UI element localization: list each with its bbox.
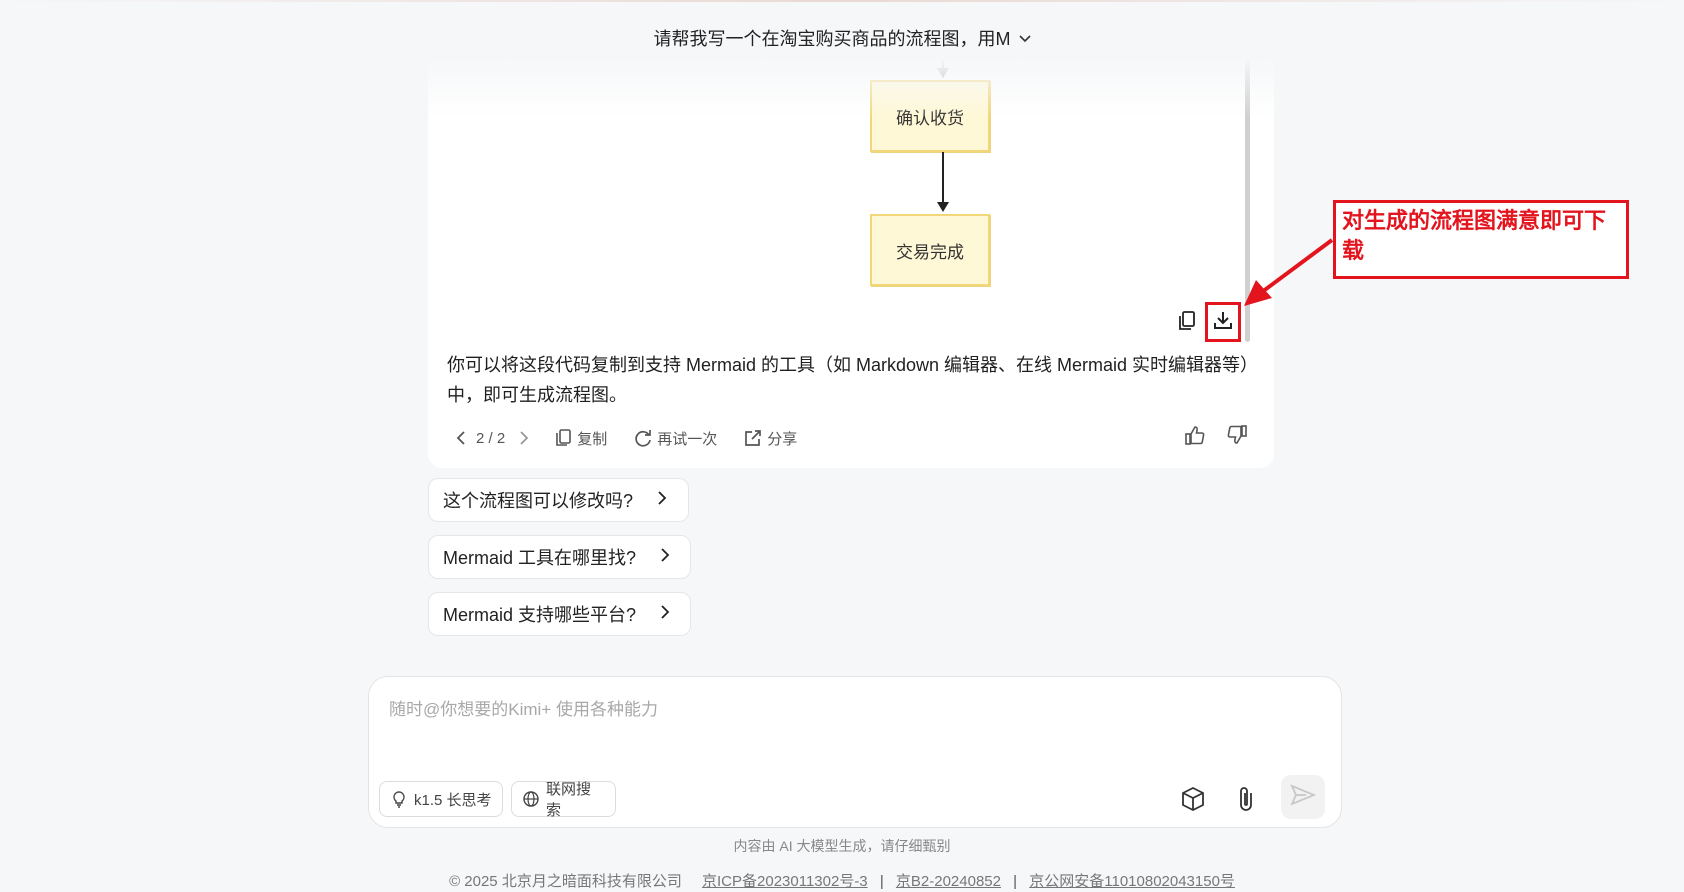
paperclip-icon (1235, 785, 1259, 818)
flow-arrowhead (937, 202, 949, 212)
long-thinking-label: k1.5 长思考 (414, 791, 492, 809)
top-accent-line (0, 0, 1684, 2)
copy-code-button[interactable] (1170, 306, 1204, 340)
share-button[interactable]: 分享 (739, 428, 797, 449)
copy-label: 复制 (577, 430, 608, 448)
flow-node-label: 交易完成 (896, 242, 964, 262)
chevron-right-icon[interactable] (519, 430, 529, 446)
footer-divider: | (1013, 873, 1018, 890)
conversation-title[interactable]: 请帮我写一个在淘宝购买商品的流程图，用M (654, 25, 1011, 51)
message-input[interactable]: 随时@你想要的Kimi+ 使用各种能力 (389, 695, 658, 720)
conversation-title-bar[interactable]: 请帮我写一个在淘宝购买商品的流程图，用M (0, 18, 1684, 58)
mermaid-diagram: 确认收货 交易完成 (428, 60, 1274, 360)
copy-icon (1177, 310, 1197, 337)
suggestion-label: Mermaid 支持哪些平台? (443, 605, 637, 625)
chat-composer[interactable]: 随时@你想要的Kimi+ 使用各种能力 k1.5 长思考 联网搜索 (368, 676, 1342, 828)
globe-icon (522, 790, 540, 808)
web-search-label: 联网搜索 (546, 781, 592, 819)
cube-icon (1179, 785, 1207, 818)
flow-arrow (942, 152, 944, 204)
flow-node: 确认收货 (870, 80, 990, 152)
web-search-toggle[interactable]: 联网搜索 (511, 781, 616, 819)
answer-text: 你可以将这段代码复制到支持 Mermaid 的工具（如 Markdown 编辑器… (447, 355, 1250, 405)
lightbulb-icon (390, 790, 408, 808)
annotation-text: 对生成的流程图满意即可下载 (1342, 209, 1607, 264)
suggestion-item[interactable]: Mermaid 工具在哪里找? (428, 535, 691, 579)
cube-button[interactable] (1173, 781, 1213, 821)
attach-button[interactable] (1227, 781, 1267, 821)
chevron-down-icon[interactable] (1018, 31, 1031, 46)
chevron-right-icon (657, 490, 667, 511)
copy-button[interactable]: 复制 (551, 428, 607, 449)
suggestion-item[interactable]: Mermaid 支持哪些平台? (428, 592, 691, 636)
flow-node-label: 确认收货 (896, 108, 964, 128)
b2-link[interactable]: 京B2-20240852 (896, 873, 1001, 890)
thumbs-down-icon[interactable] (1226, 424, 1248, 446)
flow-arrowhead (937, 68, 949, 78)
download-annotation: 对生成的流程图满意即可下载 (1333, 200, 1629, 279)
retry-label: 再试一次 (657, 430, 718, 448)
flow-node: 交易完成 (870, 214, 990, 286)
retry-button[interactable]: 再试一次 (629, 428, 717, 449)
site-footer: © 2025 北京月之暗面科技有限公司 京ICP备2023011302号-3 |… (0, 870, 1684, 891)
thumbs-up-icon[interactable] (1184, 424, 1206, 446)
suggestion-label: Mermaid 工具在哪里找? (443, 548, 637, 568)
copy-icon (555, 428, 573, 448)
chevron-right-icon (660, 547, 670, 568)
long-thinking-toggle[interactable]: k1.5 长思考 (379, 781, 503, 817)
suggestion-label: 这个流程图可以修改吗? (443, 491, 634, 511)
footer-divider: | (879, 873, 884, 890)
refresh-icon (633, 428, 653, 448)
pager-text: 2 / 2 (476, 429, 506, 447)
share-label: 分享 (767, 430, 798, 448)
copyright-text: © 2025 北京月之暗面科技有限公司 (449, 873, 682, 890)
message-actions: 2 / 2 复制 再试一次 分享 (452, 424, 819, 452)
share-icon (743, 428, 763, 448)
suggestion-item[interactable]: 这个流程图可以修改吗? (428, 478, 689, 522)
ai-disclaimer: 内容由 AI 大模型生成，请仔细甄别 (733, 838, 951, 854)
feedback-buttons (1184, 424, 1248, 446)
icp-link[interactable]: 京ICP备2023011302号-3 (702, 873, 868, 890)
version-pager: 2 / 2 (452, 430, 529, 447)
chevron-right-icon (660, 604, 670, 625)
send-button[interactable] (1281, 775, 1325, 819)
annotation-arrow-icon (1244, 238, 1334, 306)
chevron-left-icon[interactable] (456, 430, 466, 446)
police-link[interactable]: 京公网安备11010802043150号 (1029, 873, 1235, 890)
send-icon (1290, 783, 1317, 811)
